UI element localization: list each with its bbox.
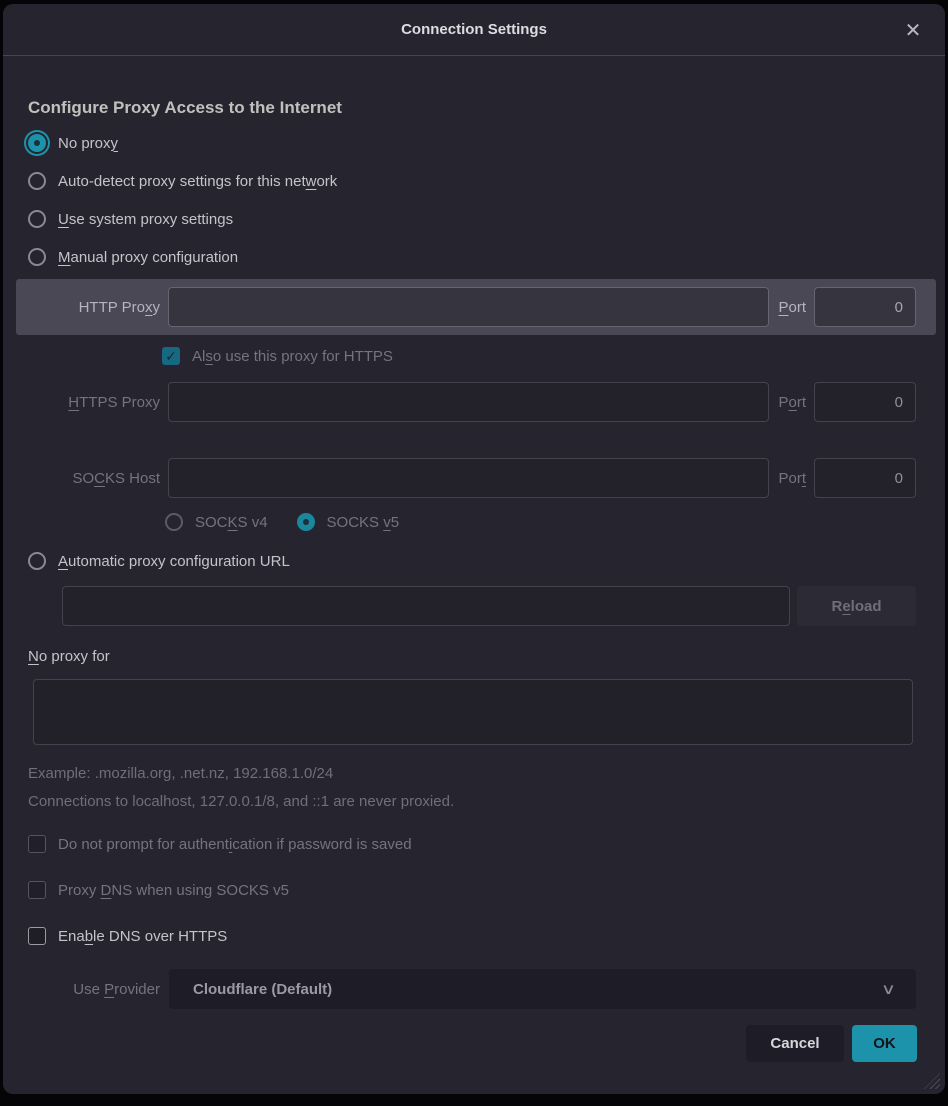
- cancel-button[interactable]: Cancel: [746, 1025, 844, 1062]
- manual-proxy-radio-label: Manual proxy configuration: [58, 249, 238, 266]
- https-proxy-input[interactable]: [168, 382, 769, 422]
- auto-detect-radio[interactable]: [28, 172, 46, 190]
- auto-url-radio[interactable]: [28, 552, 46, 570]
- doh-provider-row: Use Provider Cloudflare (Default) ∨: [16, 969, 916, 1009]
- also-https-checkbox-label: Also use this proxy for HTTPS: [192, 348, 393, 365]
- http-port-input[interactable]: [814, 287, 916, 327]
- screen: Connection Settings ✕ Configure Proxy Ac…: [0, 0, 948, 1106]
- use-system-radio-label: Use system proxy settings: [58, 211, 233, 228]
- enable-doh-check-row[interactable]: Enable DNS over HTTPS: [28, 918, 945, 954]
- dialog-titlebar: Connection Settings ✕: [3, 4, 945, 56]
- http-proxy-label: HTTP Proxy: [16, 299, 160, 316]
- no-proxy-radio[interactable]: [28, 134, 46, 152]
- socks-port-input[interactable]: [814, 458, 916, 498]
- socks-v4-radio-label: SOCKS v4: [195, 514, 268, 531]
- auto-config-url-input[interactable]: [62, 586, 790, 626]
- proxy-dns-check-row[interactable]: Proxy DNS when using SOCKS v5: [28, 872, 945, 908]
- no-prompt-auth-check-row[interactable]: Do not prompt for authentication if pass…: [28, 826, 945, 862]
- no-prompt-auth-checkbox-label: Do not prompt for authentication if pass…: [58, 836, 412, 853]
- localhost-hint-text: Connections to localhost, 127.0.0.1/8, a…: [28, 793, 945, 810]
- auto-url-input-row: Reload: [62, 586, 916, 626]
- socks-version-row: SOCKS v4 SOCKS v5: [165, 508, 945, 536]
- http-proxy-row-highlighted: HTTP Proxy Port: [16, 279, 936, 335]
- auto-detect-radio-label: Auto-detect proxy settings for this netw…: [58, 173, 337, 190]
- https-proxy-label: HTTPS Proxy: [16, 394, 160, 411]
- radio-row-auto-detect[interactable]: Auto-detect proxy settings for this netw…: [3, 162, 945, 200]
- example-hint-text: Example: .mozilla.org, .net.nz, 192.168.…: [28, 765, 945, 782]
- chevron-down-icon: ∨: [881, 980, 896, 998]
- https-proxy-row: HTTPS Proxy Port: [16, 382, 936, 422]
- socks-host-input[interactable]: [168, 458, 769, 498]
- no-prompt-auth-checkbox[interactable]: [28, 835, 46, 853]
- doh-provider-value: Cloudflare (Default): [193, 981, 883, 998]
- reload-button[interactable]: Reload: [797, 586, 916, 626]
- socks-port-label: Port: [778, 470, 806, 487]
- socks-host-label: SOCKS Host: [16, 470, 160, 487]
- no-proxy-radio-label: No proxy: [58, 135, 118, 152]
- ok-button[interactable]: OK: [852, 1025, 917, 1062]
- no-proxy-for-textarea[interactable]: [33, 679, 913, 745]
- radio-row-manual[interactable]: Manual proxy configuration: [3, 238, 945, 276]
- dialog-title: Connection Settings: [401, 21, 547, 38]
- doh-provider-select[interactable]: Cloudflare (Default) ∨: [169, 969, 916, 1009]
- resize-grip-icon[interactable]: [924, 1073, 940, 1089]
- close-icon[interactable]: ✕: [899, 16, 927, 44]
- page-title: Configure Proxy Access to the Internet: [28, 98, 945, 124]
- radio-row-use-system[interactable]: Use system proxy settings: [3, 200, 945, 238]
- http-proxy-input[interactable]: [168, 287, 769, 327]
- socks-host-row: SOCKS Host Port: [16, 458, 936, 498]
- dialog-footer: Cancel OK: [3, 1025, 917, 1062]
- socks-v5-radio[interactable]: [297, 513, 315, 531]
- http-port-label: Port: [778, 299, 806, 316]
- manual-proxy-radio[interactable]: [28, 248, 46, 266]
- connection-settings-dialog: Connection Settings ✕ Configure Proxy Ac…: [3, 4, 945, 1094]
- also-https-check-row[interactable]: ✓ Also use this proxy for HTTPS: [162, 339, 945, 373]
- no-proxy-for-label: No proxy for: [28, 648, 945, 670]
- check-icon: ✓: [165, 349, 177, 363]
- also-https-checkbox[interactable]: ✓: [162, 347, 180, 365]
- proxy-dns-checkbox-label: Proxy DNS when using SOCKS v5: [58, 882, 289, 899]
- proxy-dns-checkbox[interactable]: [28, 881, 46, 899]
- socks-v4-radio[interactable]: [165, 513, 183, 531]
- enable-doh-checkbox-label: Enable DNS over HTTPS: [58, 928, 227, 945]
- socks-v5-radio-label: SOCKS v5: [327, 514, 400, 531]
- radio-row-no-proxy[interactable]: No proxy: [3, 124, 945, 162]
- radio-row-auto-url[interactable]: Automatic proxy configuration URL: [3, 542, 945, 580]
- https-port-input[interactable]: [814, 382, 916, 422]
- use-system-radio[interactable]: [28, 210, 46, 228]
- https-port-label: Port: [778, 394, 806, 411]
- auto-url-radio-label: Automatic proxy configuration URL: [58, 553, 290, 570]
- enable-doh-checkbox[interactable]: [28, 927, 46, 945]
- use-provider-label: Use Provider: [16, 981, 160, 998]
